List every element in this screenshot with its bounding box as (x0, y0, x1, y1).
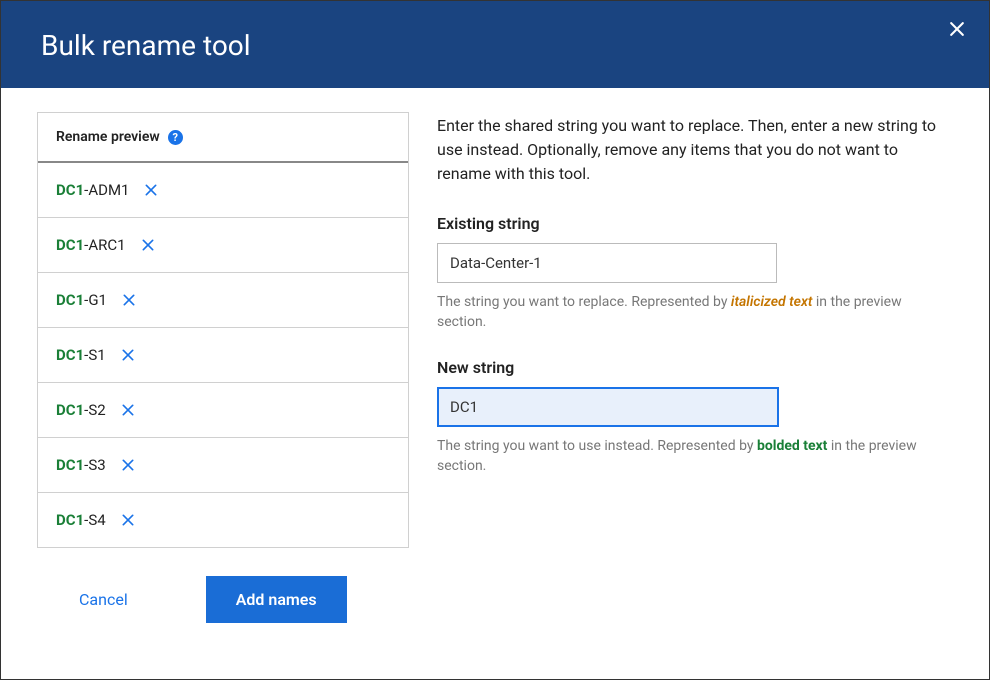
preview-rest-part: -G1 (84, 291, 107, 309)
preview-bold-part: DC1 (56, 511, 84, 529)
preview-bold-part: DC1 (56, 346, 84, 364)
remove-item-icon[interactable] (120, 347, 136, 363)
existing-string-input[interactable] (437, 243, 777, 283)
modal-body: Rename preview ? DC1-ADM1DC1-ARC1DC1-G1D… (1, 88, 989, 647)
remove-item-icon[interactable] (120, 457, 136, 473)
preview-item-text: DC1-S2 (56, 401, 106, 419)
preview-item-text: DC1-S1 (56, 346, 106, 364)
new-string-input[interactable] (437, 387, 779, 427)
preview-rest-part: -S4 (84, 511, 105, 529)
remove-item-icon[interactable] (120, 402, 136, 418)
preview-item-text: DC1-G1 (56, 291, 107, 309)
help-icon[interactable]: ? (168, 130, 183, 145)
preview-item: DC1-S4 (38, 493, 408, 547)
preview-item: DC1-S2 (38, 383, 408, 438)
preview-rest-part: -S2 (84, 401, 105, 419)
preview-bold-part: DC1 (56, 456, 84, 474)
preview-rest-part: -ADM1 (84, 181, 129, 199)
preview-bold-part: DC1 (56, 401, 84, 419)
new-string-group: New string The string you want to use in… (437, 358, 953, 476)
preview-item: DC1-G1 (38, 273, 408, 328)
existing-string-helper: The string you want to replace. Represen… (437, 293, 953, 332)
preview-bold-part: DC1 (56, 291, 84, 309)
preview-list: DC1-ADM1DC1-ARC1DC1-G1DC1-S1DC1-S2DC1-S3… (38, 163, 408, 547)
preview-item-text: DC1-S4 (56, 511, 106, 529)
bolded-text-emph: bolded text (757, 438, 827, 454)
remove-item-icon[interactable] (120, 512, 136, 528)
close-icon[interactable] (947, 19, 967, 43)
preview-rest-part: -S3 (84, 456, 105, 474)
new-string-helper: The string you want to use instead. Repr… (437, 437, 953, 476)
preview-bold-part: DC1 (56, 181, 84, 199)
remove-item-icon[interactable] (140, 237, 156, 253)
right-panel: Enter the shared string you want to repl… (437, 112, 953, 623)
existing-string-label: Existing string (437, 214, 953, 233)
preview-item: DC1-ADM1 (38, 163, 408, 218)
preview-item: DC1-S3 (38, 438, 408, 493)
preview-item: DC1-S1 (38, 328, 408, 383)
preview-box: Rename preview ? DC1-ADM1DC1-ARC1DC1-G1D… (37, 112, 409, 548)
button-row: Cancel Add names (37, 576, 409, 623)
modal-title: Bulk rename tool (41, 29, 251, 62)
remove-item-icon[interactable] (143, 182, 159, 198)
add-names-button[interactable]: Add names (206, 576, 347, 623)
preview-bold-part: DC1 (56, 236, 84, 254)
modal-header: Bulk rename tool (1, 1, 989, 88)
instructions-text: Enter the shared string you want to repl… (437, 114, 953, 186)
cancel-button[interactable]: Cancel (79, 590, 128, 609)
preview-item-text: DC1-ARC1 (56, 236, 126, 254)
preview-item: DC1-ARC1 (38, 218, 408, 273)
new-string-label: New string (437, 358, 953, 377)
preview-header: Rename preview ? (38, 113, 408, 163)
preview-rest-part: -ARC1 (84, 236, 125, 254)
preview-item-text: DC1-ADM1 (56, 181, 129, 199)
left-panel: Rename preview ? DC1-ADM1DC1-ARC1DC1-G1D… (37, 112, 409, 623)
preview-rest-part: -S1 (84, 346, 105, 364)
preview-item-text: DC1-S3 (56, 456, 106, 474)
bulk-rename-modal: Bulk rename tool Rename preview ? DC1-AD… (0, 0, 990, 680)
preview-header-label: Rename preview (56, 129, 160, 145)
remove-item-icon[interactable] (121, 292, 137, 308)
existing-string-group: Existing string The string you want to r… (437, 214, 953, 332)
italicized-text-emph: italicized text (731, 294, 813, 310)
